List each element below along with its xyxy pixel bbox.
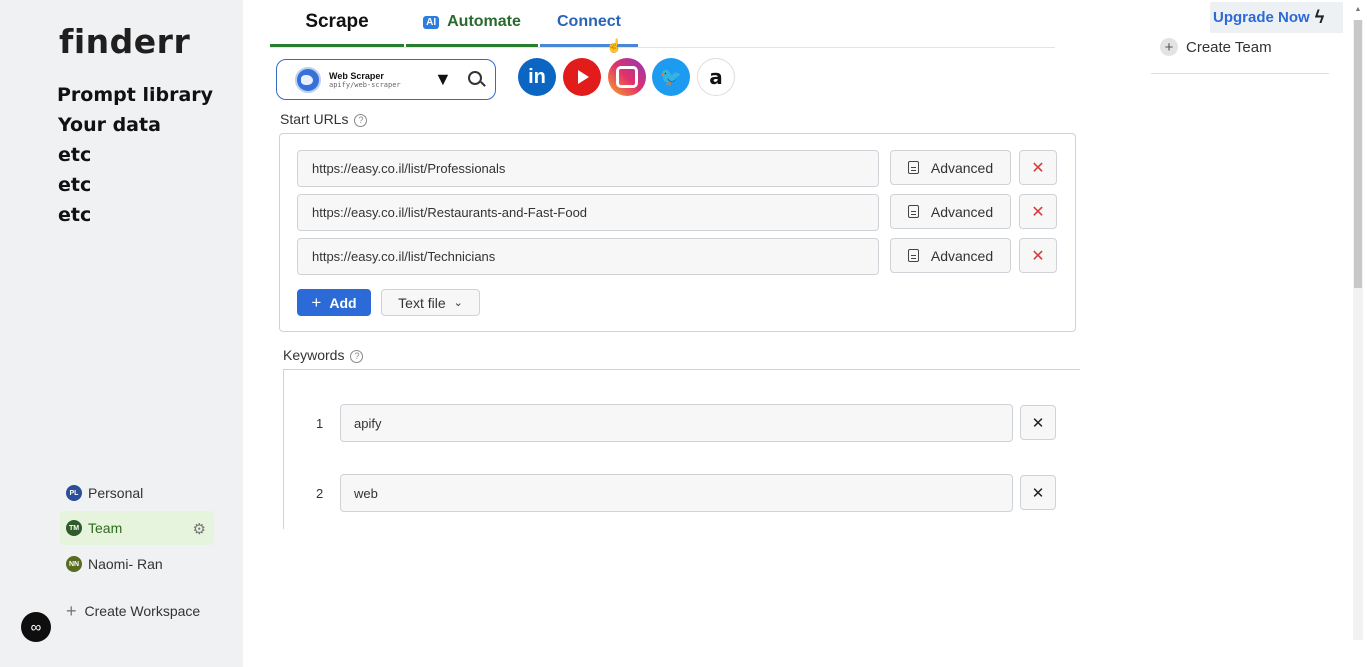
document-icon [907,161,919,174]
brand-logo[interactable]: finderr [59,22,190,61]
remove-keyword-button[interactable]: ✕ [1020,475,1056,510]
scrollbar-thumb[interactable] [1354,20,1362,288]
url-input[interactable]: https://easy.co.il/list/Technicians [297,238,879,275]
plus-icon: + [1160,38,1178,56]
create-team-label: Create Team [1186,38,1272,56]
document-icon [907,205,919,218]
caret-down-icon[interactable]: ▼ [434,69,452,90]
youtube-icon[interactable] [563,58,601,96]
avatar: PL [66,485,82,501]
keyword-number: 2 [316,486,324,501]
keyword-number: 1 [316,416,324,431]
scrollbar[interactable] [1353,20,1363,640]
url-input[interactable]: https://easy.co.il/list/Restaurants-and-… [297,194,879,231]
gear-icon[interactable]: ⚙ [193,520,206,538]
create-workspace-button[interactable]: + Create Workspace [60,594,214,628]
chevron-down-icon: ⌄ [453,297,463,309]
actor-selector[interactable]: Web Scraper apify/web-scraper ▼ [276,59,496,100]
sidebar-nav: Prompt library Your data etc etc etc [57,80,213,230]
nav-etc-1[interactable]: etc [58,140,213,170]
tab-label: Automate [447,13,521,30]
hand-cursor-icon: ☝ [606,38,623,53]
workspace-label: Personal [88,485,144,501]
document-icon [907,249,919,262]
text-file-dropdown[interactable]: Text file ⌄ [381,289,480,316]
upgrade-label: Upgrade Now [1213,9,1310,26]
advanced-label: Advanced [930,203,994,220]
instagram-icon[interactable] [608,58,646,96]
url-row: https://easy.co.il/list/Professionals Ad… [297,150,1057,187]
create-team-button[interactable]: + Create Team [1160,38,1272,56]
keyword-input[interactable]: apify [340,404,1013,442]
remove-url-button[interactable]: ✕ [1019,194,1057,229]
start-urls-text: Start URLs [280,111,349,127]
avatar: TM [66,520,82,536]
workspace-label: Team [88,520,123,536]
main-panel: Scrape AI Automate Connect ☝ Web Scraper… [243,0,1088,667]
plus-icon: + [311,292,322,312]
tab-label: Connect [557,13,621,30]
url-row: https://easy.co.il/list/Restaurants-and-… [297,194,1057,231]
url-row: https://easy.co.il/list/Technicians Adva… [297,238,1057,275]
upgrade-button[interactable]: Upgrade Now ϟ [1210,2,1343,33]
keyword-input[interactable]: web [340,474,1013,512]
actor-slug: apify/web-scraper [329,80,401,89]
nav-prompt-library[interactable]: Prompt library [57,80,213,110]
plus-icon: + [66,600,77,621]
keywords-text: Keywords [283,347,345,363]
ai-badge: AI [423,15,440,29]
search-icon[interactable] [468,71,482,85]
amazon-icon[interactable]: a [697,58,735,96]
linkedin-icon[interactable]: in [518,58,556,96]
lightning-icon: ϟ [1314,7,1325,27]
nav-your-data[interactable]: Your data [58,110,213,140]
text-file-label: Text file [398,294,446,311]
workspace-naomi-ran[interactable]: NN Naomi- Ran [60,547,214,581]
keywords-label: Keywords? [283,347,364,363]
url-input[interactable]: https://easy.co.il/list/Professionals [297,150,879,187]
advanced-button[interactable]: Advanced [890,194,1011,229]
workspace-label: Naomi- Ran [88,556,163,572]
advanced-label: Advanced [930,159,994,176]
avatar: NN [66,556,82,572]
twitter-icon[interactable]: 🐦 [652,58,690,96]
advanced-button[interactable]: Advanced [890,238,1011,273]
remove-url-button[interactable]: ✕ [1019,150,1057,185]
remove-url-button[interactable]: ✕ [1019,238,1057,273]
nav-etc-3[interactable]: etc [58,200,213,230]
sidebar: finderr Prompt library Your data etc etc… [0,0,243,667]
workspace-personal[interactable]: PL Personal [60,476,214,510]
create-workspace-label: Create Workspace [84,603,201,619]
keywords-box: 1 apify ✕ 2 web ✕ [283,369,1080,529]
start-urls-box: https://easy.co.il/list/Professionals Ad… [279,133,1076,332]
advanced-button[interactable]: Advanced [890,150,1011,185]
globe-icon [295,66,321,93]
nav-etc-2[interactable]: etc [58,170,213,200]
tab-scrape[interactable]: Scrape [270,0,404,47]
help-icon[interactable]: ? [350,349,364,363]
remove-keyword-button[interactable]: ✕ [1020,405,1056,440]
tab-connect[interactable]: Connect [540,0,638,47]
actor-title: Web Scraper [329,70,384,81]
tab-automate[interactable]: AI Automate [406,0,538,47]
start-urls-label: Start URLs? [280,111,368,127]
scroll-up-arrow-icon[interactable]: ▲ [1353,6,1363,18]
help-icon[interactable]: ? [354,113,368,127]
tab-label: Scrape [305,11,369,32]
add-url-button[interactable]: + Add [297,289,371,316]
add-label: Add [329,294,357,311]
divider [1151,73,1329,74]
right-panel: Upgrade Now ϟ + Create Team ▲ [1088,0,1367,667]
tab-bar: Scrape AI Automate Connect [270,0,1055,48]
workspace-team[interactable]: TM Team ⚙ [60,511,214,545]
advanced-label: Advanced [930,247,994,264]
infinity-icon[interactable]: ∞ [21,612,51,642]
